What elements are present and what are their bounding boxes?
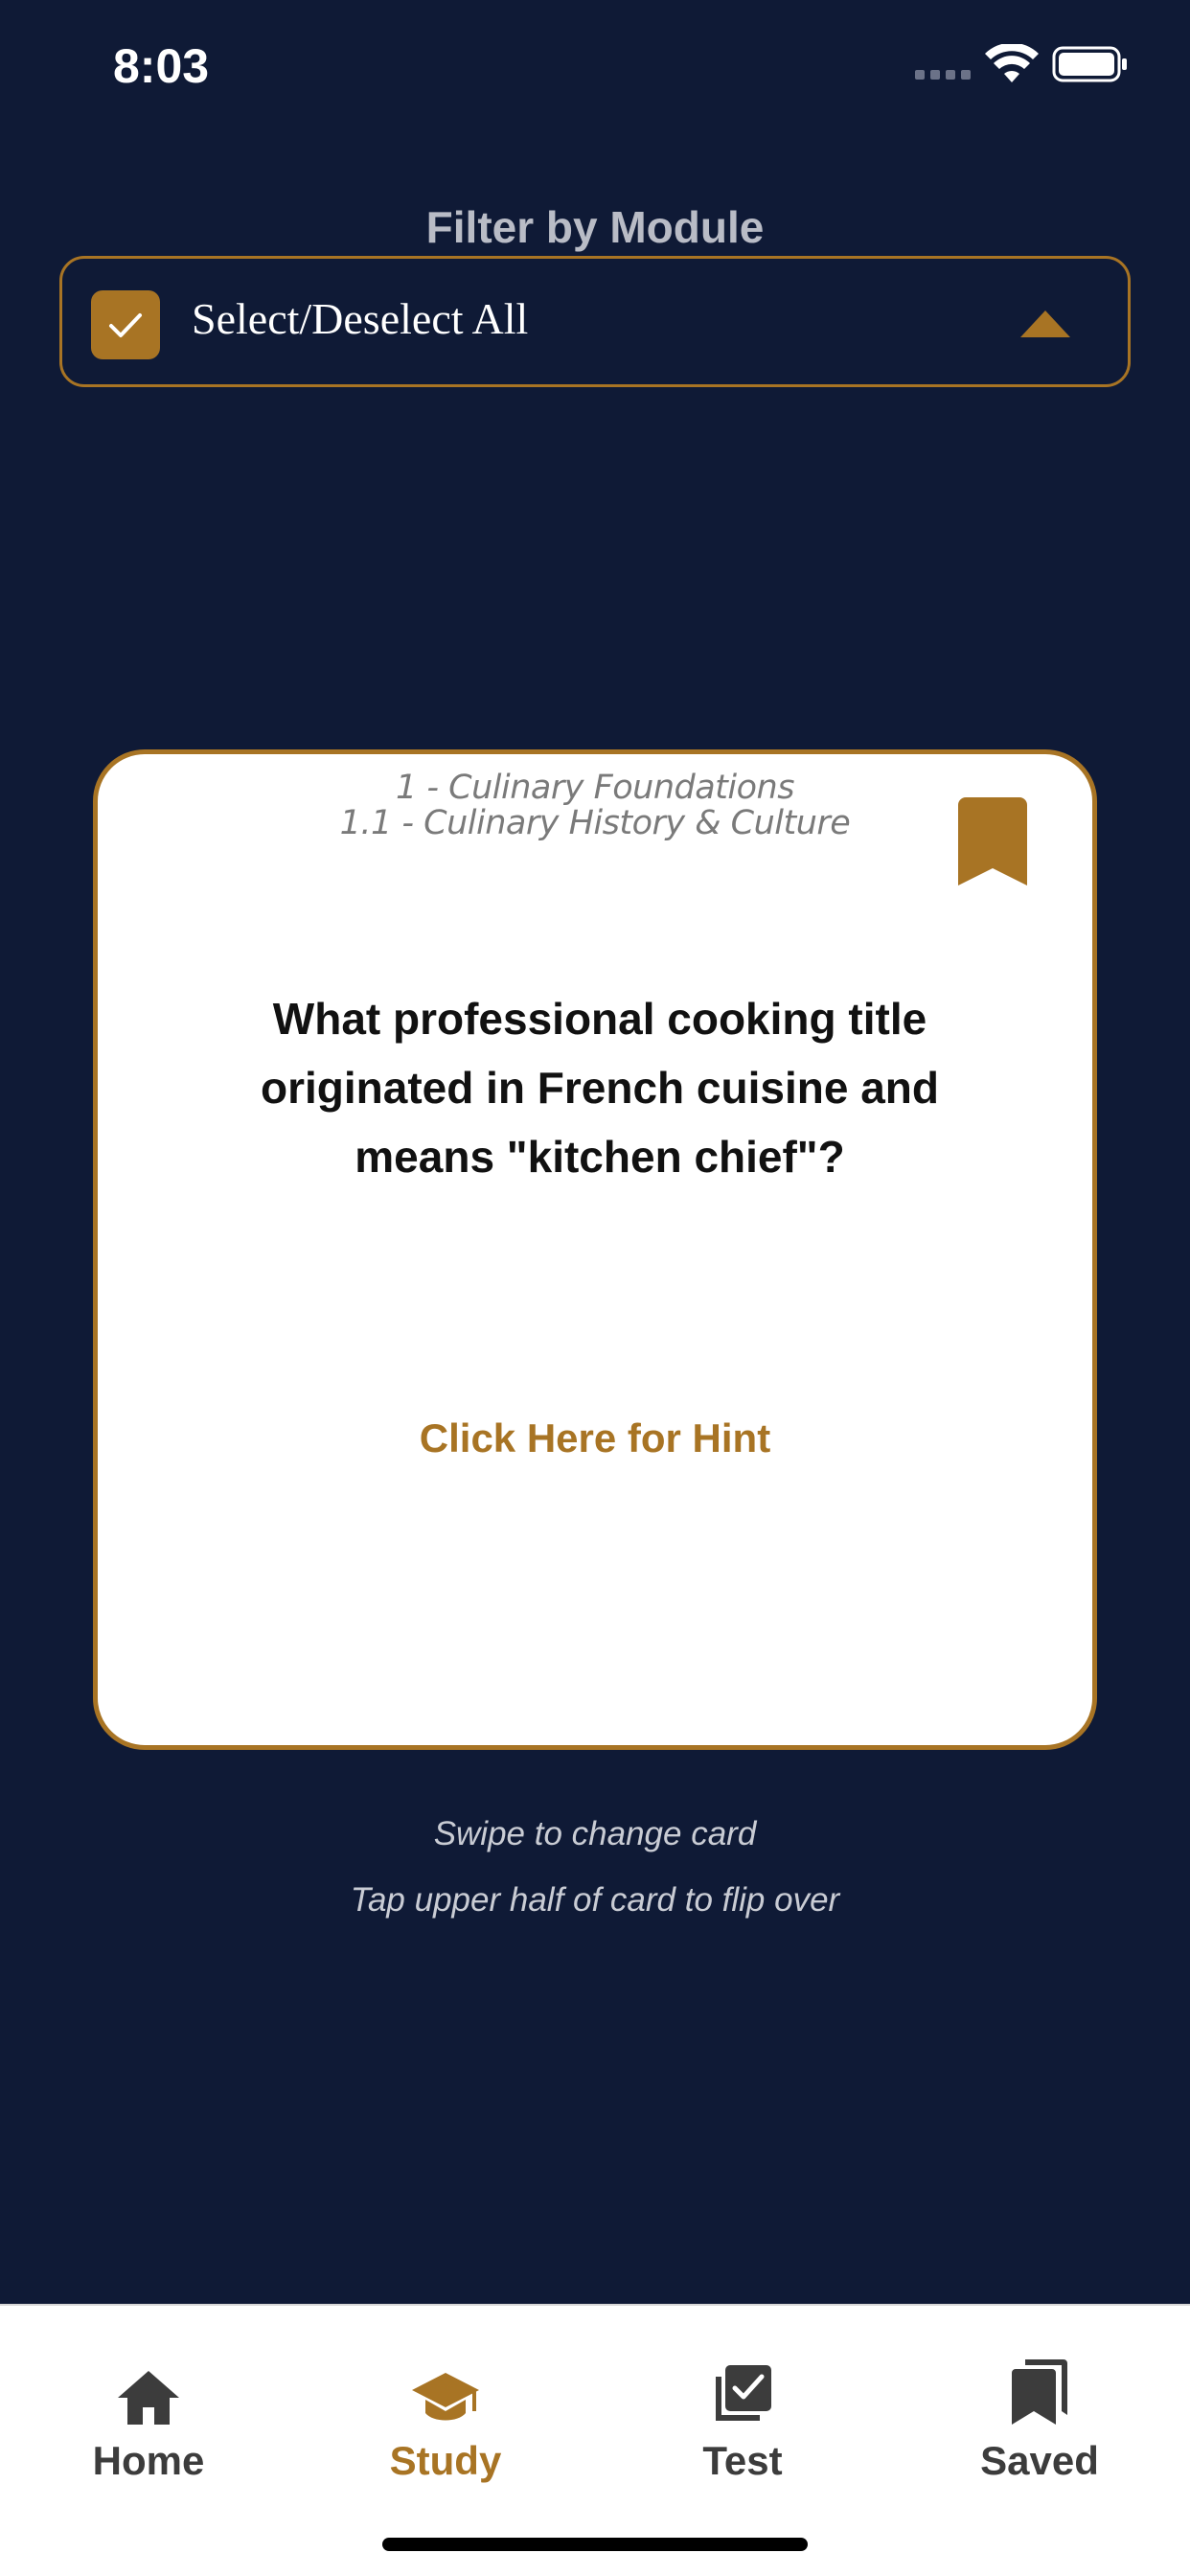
- bookmarks-icon: [1012, 2359, 1067, 2425]
- status-bar: 8:03: [0, 0, 1190, 134]
- card-submodule: 1.1 - Culinary History & Culture: [339, 804, 851, 842]
- tab-bar: Home Study Test Saved: [0, 2304, 1190, 2576]
- tab-test-label: Test: [702, 2438, 783, 2483]
- tab-home[interactable]: Home: [0, 2306, 297, 2497]
- home-indicator: [382, 2538, 808, 2551]
- checklist-icon: [716, 2365, 771, 2421]
- dropdown-text: Select/Deselect All: [192, 294, 529, 343]
- tab-saved[interactable]: Saved: [891, 2306, 1188, 2497]
- caret-up-icon[interactable]: [1020, 310, 1070, 337]
- tap-instruction: Tap upper half of card to flip over: [350, 1881, 840, 1919]
- swipe-instruction: Swipe to change card: [433, 1815, 757, 1852]
- checkmark-icon: [109, 313, 142, 337]
- flashcard[interactable]: 1 - Culinary Foundations 1.1 - Culinary …: [93, 749, 1097, 1750]
- bookmark-icon[interactable]: [958, 797, 1027, 886]
- status-time: 8:03: [113, 39, 210, 93]
- tab-study-label: Study: [389, 2438, 502, 2483]
- home-icon: [118, 2371, 179, 2425]
- card-question: What professional cooking title originat…: [261, 994, 939, 1182]
- tab-study[interactable]: Study: [297, 2306, 594, 2497]
- tab-saved-label: Saved: [980, 2438, 1099, 2483]
- module-filter-dropdown[interactable]: Select/Deselect All: [59, 256, 1131, 387]
- card-module: 1 - Culinary Foundations: [396, 769, 794, 807]
- cellular-signal-icon: [915, 70, 971, 80]
- wifi-icon: [985, 44, 1039, 82]
- tab-test[interactable]: Test: [594, 2306, 891, 2497]
- tab-home-label: Home: [92, 2438, 205, 2483]
- battery-icon: [1052, 46, 1127, 82]
- filter-label: Filter by Module: [425, 202, 765, 252]
- select-all-checkbox[interactable]: [91, 290, 160, 359]
- graduation-cap-icon: [412, 2373, 479, 2421]
- hint-button[interactable]: Click Here for Hint: [98, 1415, 1092, 1461]
